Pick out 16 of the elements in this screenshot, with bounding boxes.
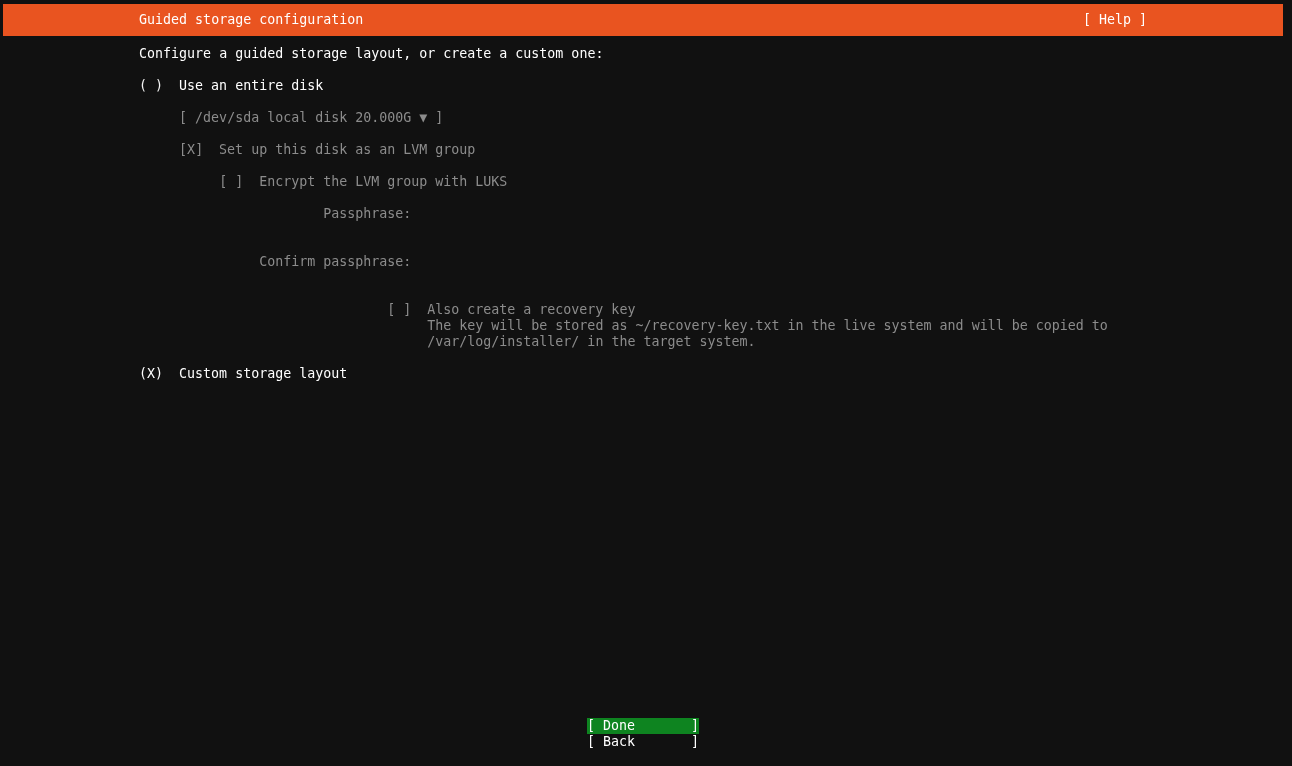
checkbox-label: Also create a recovery key (427, 302, 636, 318)
recovery-note: The key will be stored as ~/recovery-key.txt in the live system and will be copied to (427, 318, 1109, 334)
instruction-text: Configure a guided storage layout, or create a custom one: (139, 46, 605, 62)
menu-button[interactable]: [ Done ] (586, 718, 700, 734)
radio-label: Custom storage layout (179, 366, 348, 382)
screen-title: Guided storage configuration (139, 12, 364, 28)
field-label: Passphrase: (322, 206, 412, 222)
field-label: Confirm passphrase: (258, 254, 412, 270)
recovery-note: /var/log/installer/ in the target system. (427, 334, 757, 350)
help-link[interactable]: [ Help ] (1082, 12, 1147, 28)
radio-button[interactable]: ( ) (139, 78, 164, 94)
checkbox-label: Encrypt the LVM group with LUKS (259, 174, 508, 190)
radio-label: Use an entire disk (179, 78, 324, 94)
checkbox-label: Set up this disk as an LVM group (219, 142, 476, 158)
menu-button[interactable]: [ Back ] (586, 734, 700, 750)
radio-button[interactable]: (X) (139, 366, 164, 382)
